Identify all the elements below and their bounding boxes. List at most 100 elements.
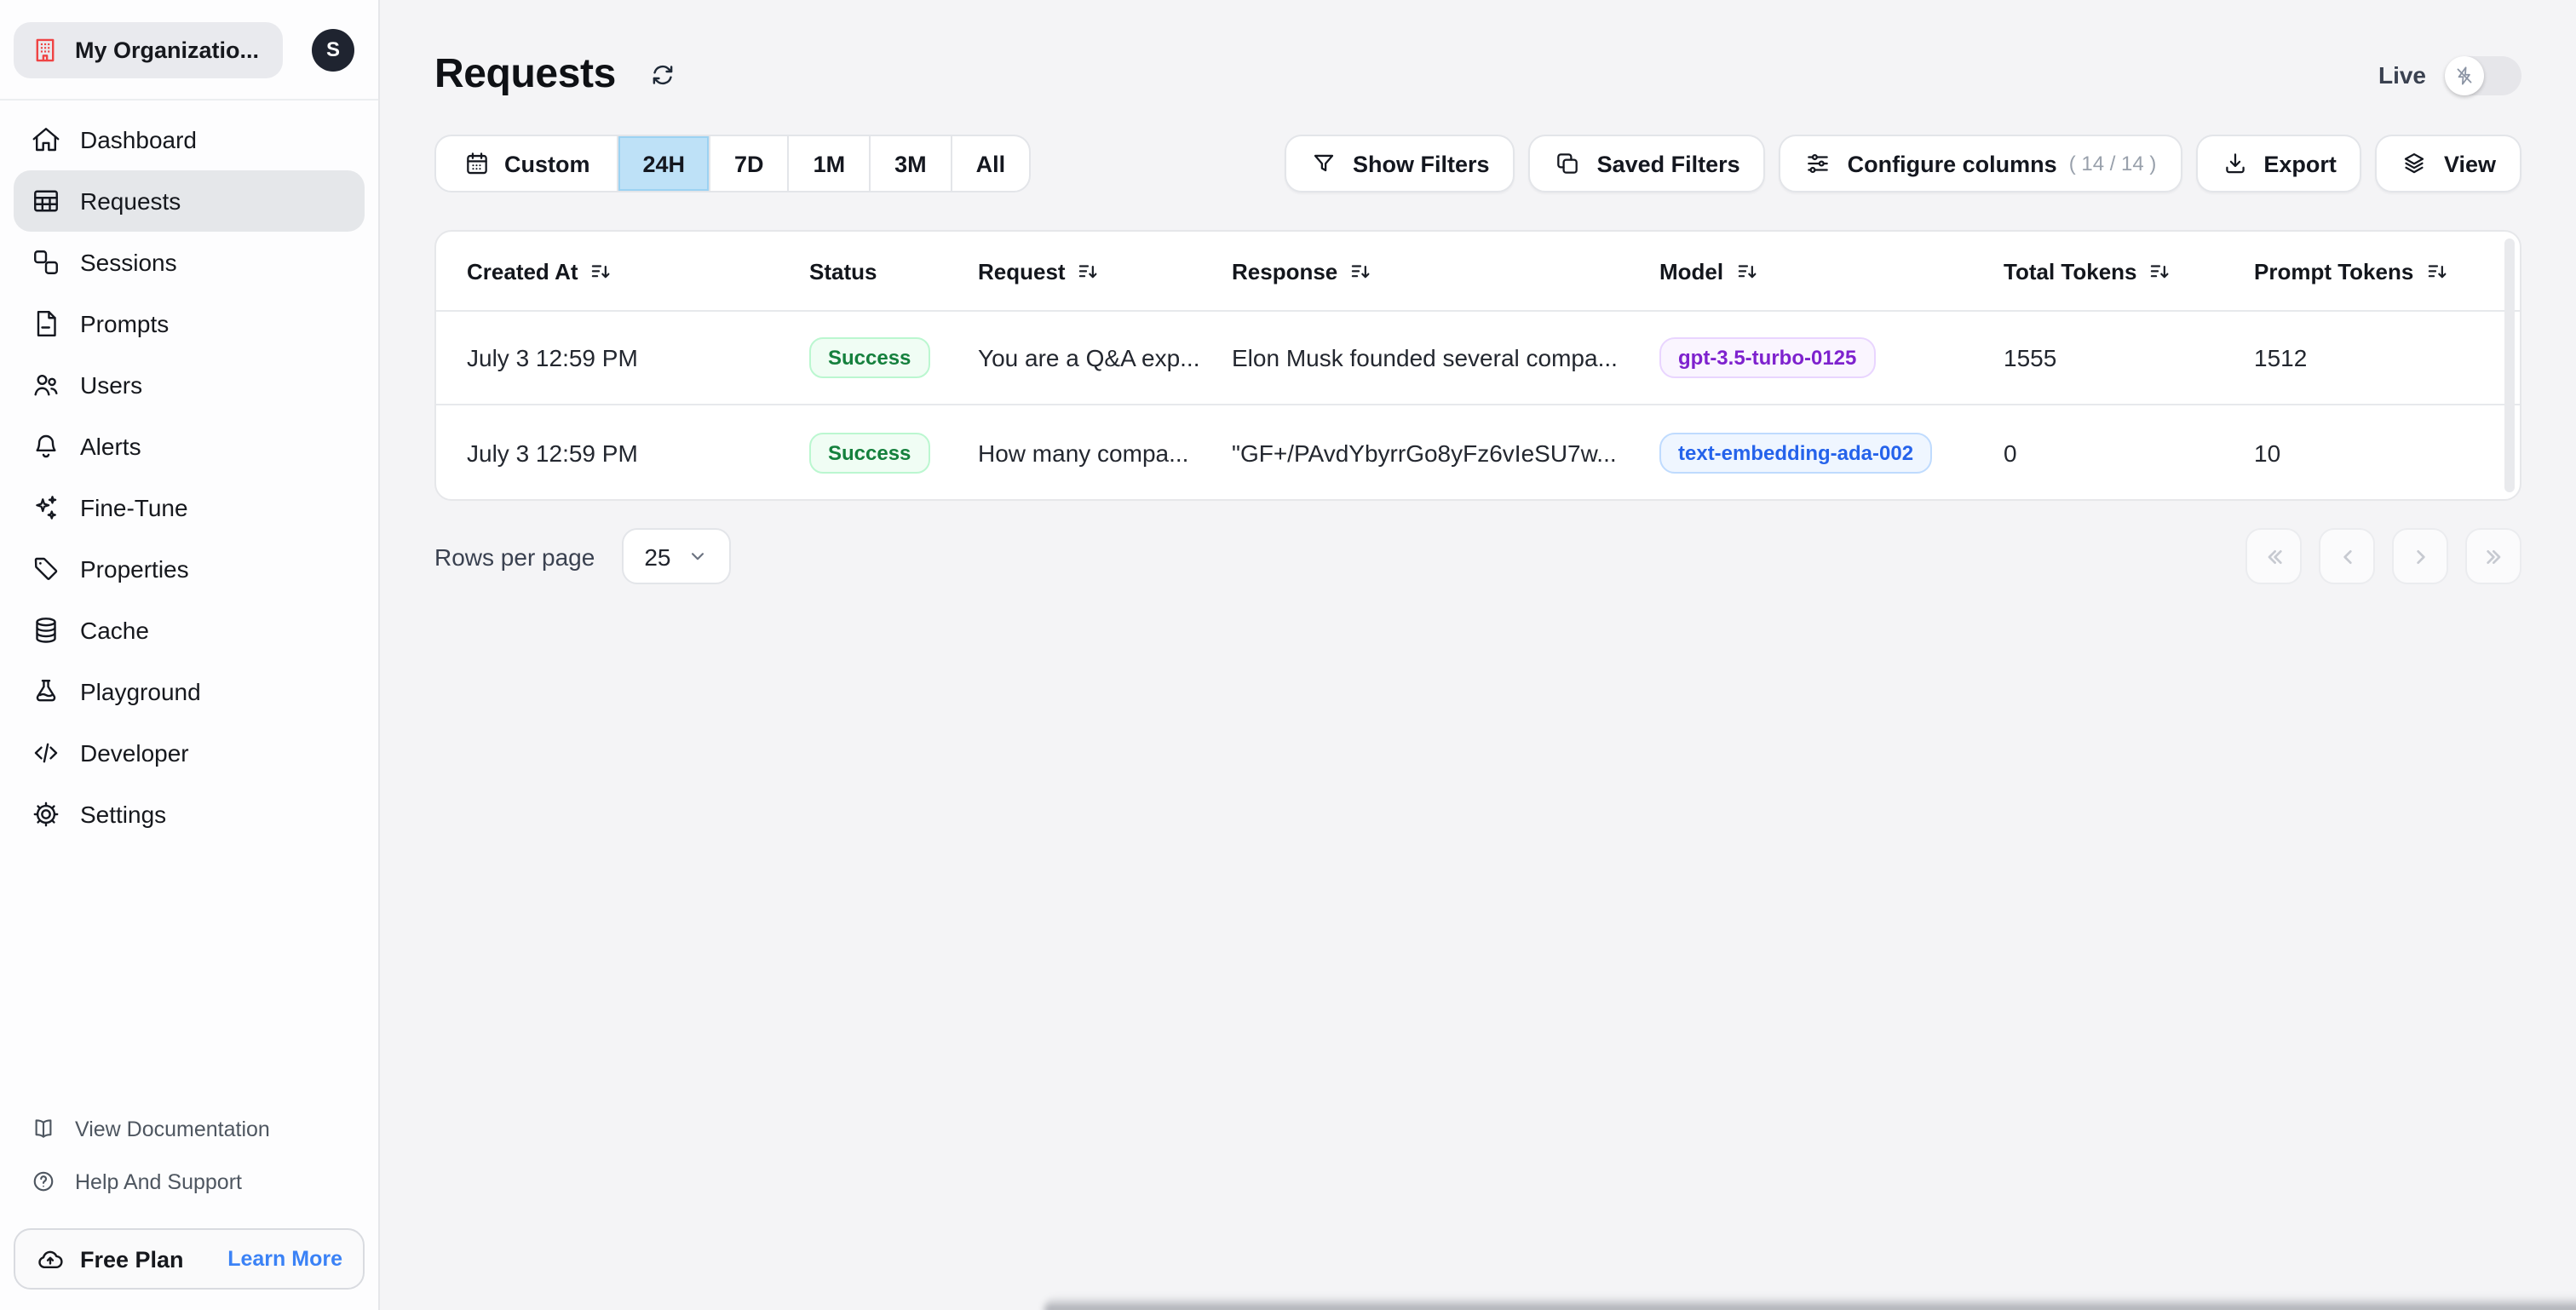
sidebar-item-alerts[interactable]: Alerts bbox=[14, 416, 365, 477]
button-label: View bbox=[2443, 151, 2496, 176]
show-filters-button[interactable]: Show Filters bbox=[1285, 135, 1515, 192]
column-label: Status bbox=[809, 258, 877, 284]
sort-icon bbox=[1735, 260, 1757, 282]
sidebar-item-users[interactable]: Users bbox=[14, 354, 365, 416]
table-row[interactable]: July 3 12:59 PM Success How many compa..… bbox=[436, 405, 2520, 499]
time-range-label: 3M bbox=[894, 151, 927, 176]
book-icon bbox=[31, 1116, 56, 1141]
sidebar-item-settings[interactable]: Settings bbox=[14, 784, 365, 845]
time-range-selector: Custom 24H 7D 1M 3M All bbox=[434, 135, 1032, 192]
document-icon bbox=[31, 308, 61, 339]
avatar[interactable]: S bbox=[312, 28, 354, 71]
page-header: Requests Live bbox=[434, 44, 2521, 106]
square-stack-icon bbox=[1555, 150, 1582, 177]
time-range-24h[interactable]: 24H bbox=[617, 136, 710, 191]
table-row[interactable]: July 3 12:59 PM Success You are a Q&A ex… bbox=[436, 312, 2520, 405]
database-icon bbox=[31, 615, 61, 646]
toolbar-actions: Show Filters Saved Filters Configure col… bbox=[1285, 135, 2521, 192]
beaker-icon bbox=[31, 676, 61, 707]
model-badge: gpt-3.5-turbo-0125 bbox=[1659, 337, 1876, 378]
main-content: Requests Live Custom 24H 7D 1M 3M All Sh… bbox=[380, 0, 2576, 1310]
question-icon bbox=[31, 1169, 56, 1194]
time-range-all[interactable]: All bbox=[950, 136, 1030, 191]
funnel-icon bbox=[1310, 150, 1337, 177]
adjustments-icon bbox=[1805, 150, 1832, 177]
calendar-icon bbox=[463, 150, 491, 177]
column-header-created-at[interactable]: Created At bbox=[467, 258, 809, 284]
view-button[interactable]: View bbox=[2375, 135, 2521, 192]
last-page-button[interactable] bbox=[2465, 528, 2521, 584]
time-range-7d[interactable]: 7D bbox=[709, 136, 788, 191]
plan-name: Free Plan bbox=[80, 1246, 184, 1272]
refresh-button[interactable] bbox=[647, 58, 681, 92]
column-header-request[interactable]: Request bbox=[978, 258, 1232, 284]
button-label: Configure columns bbox=[1847, 151, 2057, 176]
bell-icon bbox=[31, 431, 61, 462]
sidebar-item-developer[interactable]: Developer bbox=[14, 722, 365, 784]
time-range-1m[interactable]: 1M bbox=[787, 136, 870, 191]
live-toggle-group: Live bbox=[2378, 55, 2521, 95]
time-range-3m[interactable]: 3M bbox=[869, 136, 951, 191]
cell-response: "GF+/PAvdYbyrrGo8yFz6vIeSU7w... bbox=[1232, 439, 1617, 466]
column-label: Created At bbox=[467, 258, 578, 284]
help-support-link[interactable]: Help And Support bbox=[14, 1155, 365, 1208]
window-bottom-shadow bbox=[1044, 1296, 2576, 1310]
learn-more-link[interactable]: Learn More bbox=[227, 1247, 342, 1271]
requests-table-card: Created At Status Request Response Model bbox=[434, 230, 2521, 501]
rows-per-page-select[interactable]: 25 bbox=[622, 528, 731, 584]
refresh-icon bbox=[650, 61, 677, 89]
sessions-icon bbox=[31, 247, 61, 278]
previous-page-button[interactable] bbox=[2319, 528, 2375, 584]
chevron-right-icon bbox=[2406, 543, 2434, 570]
download-icon bbox=[2221, 150, 2248, 177]
sidebar-item-requests[interactable]: Requests bbox=[14, 170, 365, 232]
column-header-total-tokens[interactable]: Total Tokens bbox=[2004, 258, 2254, 284]
sidebar-item-label: Fine-Tune bbox=[80, 494, 188, 521]
sidebar-item-label: Developer bbox=[80, 739, 189, 767]
button-label: Saved Filters bbox=[1596, 151, 1740, 176]
column-header-response[interactable]: Response bbox=[1232, 258, 1659, 284]
chevron-down-icon bbox=[687, 545, 709, 567]
org-selector[interactable]: My Organizatio... bbox=[14, 21, 284, 78]
sort-icon bbox=[2149, 260, 2171, 282]
table-scrollbar[interactable] bbox=[2504, 238, 2515, 492]
status-badge: Success bbox=[809, 337, 930, 378]
next-page-button[interactable] bbox=[2392, 528, 2448, 584]
sidebar-item-fine-tune[interactable]: Fine-Tune bbox=[14, 477, 365, 538]
cell-model: gpt-3.5-turbo-0125 bbox=[1659, 337, 2004, 378]
live-toggle[interactable] bbox=[2445, 55, 2521, 95]
column-label: Model bbox=[1659, 258, 1724, 284]
sidebar-item-sessions[interactable]: Sessions bbox=[14, 232, 365, 293]
sidebar-item-properties[interactable]: Properties bbox=[14, 538, 365, 600]
time-range-label: 7D bbox=[734, 151, 764, 176]
org-header: My Organizatio... S bbox=[0, 0, 378, 101]
sidebar-item-dashboard[interactable]: Dashboard bbox=[14, 109, 365, 170]
layers-icon bbox=[2401, 150, 2429, 177]
view-documentation-link[interactable]: View Documentation bbox=[14, 1102, 365, 1155]
sidebar-item-playground[interactable]: Playground bbox=[14, 661, 365, 722]
column-header-model[interactable]: Model bbox=[1659, 258, 2004, 284]
plan-card[interactable]: Free Plan Learn More bbox=[14, 1228, 365, 1290]
sidebar-item-cache[interactable]: Cache bbox=[14, 600, 365, 661]
home-icon bbox=[31, 124, 61, 155]
columns-count: ( 14 / 14 ) bbox=[2068, 152, 2157, 175]
footer-link-label: Help And Support bbox=[75, 1169, 242, 1193]
configure-columns-button[interactable]: Configure columns ( 14 / 14 ) bbox=[1779, 135, 2182, 192]
sidebar-item-label: Settings bbox=[80, 801, 167, 828]
cell-total-tokens: 1555 bbox=[2004, 344, 2057, 371]
column-header-status[interactable]: Status bbox=[809, 258, 978, 284]
sidebar-item-prompts[interactable]: Prompts bbox=[14, 293, 365, 354]
page-title: Requests bbox=[434, 51, 616, 97]
sidebar-nav: Dashboard Requests Sessions Prompts User… bbox=[0, 101, 378, 845]
saved-filters-button[interactable]: Saved Filters bbox=[1528, 135, 1766, 192]
first-page-button[interactable] bbox=[2245, 528, 2302, 584]
tag-icon bbox=[31, 554, 61, 584]
column-label: Total Tokens bbox=[2004, 258, 2137, 284]
cell-request: How many compa... bbox=[978, 439, 1189, 466]
cell-status: Success bbox=[809, 337, 978, 378]
table-icon bbox=[31, 186, 61, 216]
time-range-custom[interactable]: Custom bbox=[436, 136, 617, 191]
sidebar-item-label: Dashboard bbox=[80, 126, 197, 153]
column-header-prompt-tokens[interactable]: Prompt Tokens bbox=[2254, 258, 2520, 284]
export-button[interactable]: Export bbox=[2195, 135, 2362, 192]
